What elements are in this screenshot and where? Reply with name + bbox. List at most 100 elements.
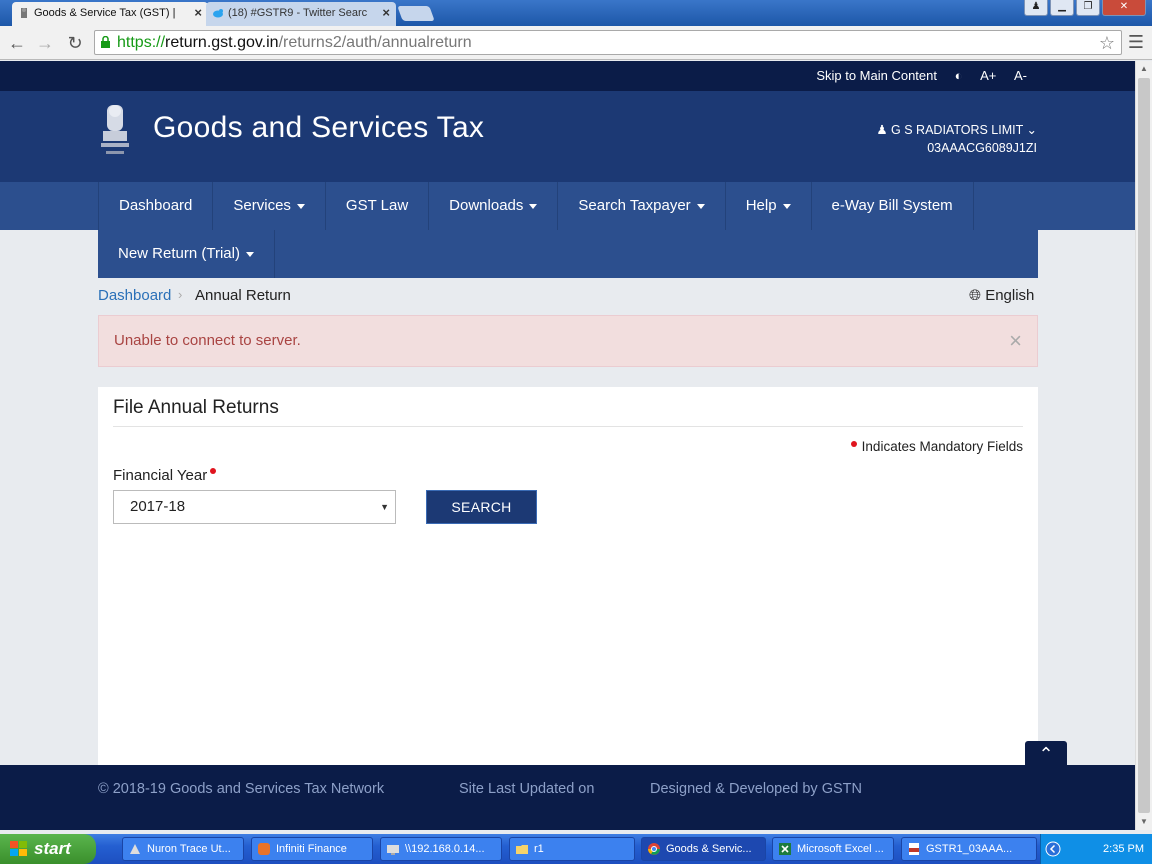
pdf-icon xyxy=(909,843,919,855)
nav-search-taxpayer[interactable]: Search Taxpayer xyxy=(558,182,726,230)
breadcrumb-current: Annual Return xyxy=(195,287,291,304)
footer-last-updated: Site Last Updated on xyxy=(459,781,595,797)
financial-year-label: Financial Year xyxy=(113,467,221,484)
minimize-button[interactable]: ▁ xyxy=(1050,0,1074,16)
main-nav-row2: New Return (Trial) xyxy=(0,230,1135,278)
chrome-icon xyxy=(648,843,660,855)
taskbar-item[interactable]: Goods & Servic... xyxy=(641,837,766,861)
reload-icon[interactable]: ↻ xyxy=(64,32,86,54)
app-icon xyxy=(258,843,270,855)
url-host: return.gst.gov.in xyxy=(165,34,279,51)
url-scheme: https:// xyxy=(117,34,166,51)
site-title: Goods and Services Tax xyxy=(153,111,485,144)
breadcrumb-dashboard-link[interactable]: Dashboard xyxy=(98,287,171,304)
footer-designed-by: Designed & Developed by GSTN xyxy=(650,781,862,797)
taskbar-item[interactable]: Nuron Trace Ut... xyxy=(122,837,244,861)
breadcrumb: Dashboard › Annual Return 🌐︎ English xyxy=(0,278,1135,314)
browser-menu-icon[interactable]: ☰ xyxy=(1128,32,1144,53)
windows-logo-icon xyxy=(10,841,27,856)
financial-year-value: 2017-18 xyxy=(130,498,186,515)
caret-down-icon xyxy=(296,203,305,209)
twitter-bird-icon xyxy=(213,9,223,18)
user-icon: ♟ xyxy=(876,123,888,137)
gst-favicon-icon xyxy=(21,8,27,18)
nav-dashboard[interactable]: Dashboard xyxy=(98,182,214,230)
taskbar-item-label: Nuron Trace Ut... xyxy=(147,843,231,855)
mandatory-dot-icon xyxy=(850,441,857,447)
dropdown-arrow-icon: ▼ xyxy=(380,502,389,512)
clock[interactable]: 2:35 PM xyxy=(1103,843,1144,855)
nav-eway-bill[interactable]: e-Way Bill System xyxy=(812,182,974,230)
url-path: /returns2/auth/annualreturn xyxy=(278,34,472,51)
financial-year-select[interactable]: 2017-18 ▼ xyxy=(113,490,396,524)
footer-copyright: © 2018-19 Goods and Services Tax Network xyxy=(98,781,385,797)
forward-arrow-icon[interactable]: → xyxy=(34,32,56,54)
new-tab-button[interactable] xyxy=(397,6,435,21)
user-menu[interactable]: ♟ G S RADIATORS LIMIT ⌄ 03AAACG6089J1ZI xyxy=(876,121,1037,157)
browser-toolbar: ← → ↻ https://return.gst.gov.in/returns2… xyxy=(0,26,1152,60)
national-emblem-logo xyxy=(101,105,129,154)
font-increase-button[interactable]: A+ xyxy=(980,68,996,83)
alert-message: Unable to connect to server. xyxy=(114,332,301,349)
taskbar-item[interactable]: Infiniti Finance xyxy=(251,837,373,861)
taskbar-item[interactable]: \\192.168.0.14... xyxy=(380,837,502,861)
annual-returns-panel: File Annual Returns Indicates Mandatory … xyxy=(98,387,1038,765)
nav-new-return-trial[interactable]: New Return (Trial) xyxy=(98,230,275,278)
back-arrow-icon[interactable]: ← xyxy=(6,32,28,54)
nav-downloads[interactable]: Downloads xyxy=(429,182,559,230)
taskbar-item[interactable]: Microsoft Excel ... xyxy=(772,837,894,861)
taskbar-item[interactable]: GSTR1_03AAA... xyxy=(901,837,1037,861)
font-decrease-button[interactable]: A- xyxy=(1014,68,1027,83)
taskbar-item-label: Goods & Servic... xyxy=(666,843,752,855)
contrast-icon[interactable]: ◐ xyxy=(955,68,963,83)
start-button[interactable]: start xyxy=(0,834,96,864)
mandatory-note-text: Indicates Mandatory Fields xyxy=(861,439,1023,454)
page-scrollbar[interactable]: ▲ ▼ xyxy=(1135,61,1152,830)
scroll-thumb[interactable] xyxy=(1138,78,1150,813)
caret-down-icon xyxy=(696,203,705,209)
network-folder-icon xyxy=(387,845,399,855)
tab-title: (18) #GSTR9 - Twitter Searc xyxy=(228,7,368,19)
scroll-up-icon[interactable]: ▲ xyxy=(1136,61,1152,77)
window-controls: ♟ ▁ ❐ ✕ xyxy=(1024,0,1146,16)
restore-button[interactable]: ❐ xyxy=(1076,0,1100,16)
browser-tabstrip: Goods & Service Tax (GST) | × (18) #GSTR… xyxy=(0,0,1152,26)
profile-icon[interactable]: ♟ xyxy=(1024,0,1048,16)
taskbar-item-label: GSTR1_03AAA... xyxy=(926,843,1013,855)
taskbar-item-label: Infiniti Finance xyxy=(276,843,347,855)
breadcrumb-separator: › xyxy=(178,287,183,302)
language-selector[interactable]: 🌐︎ English xyxy=(969,287,1034,304)
excel-icon xyxy=(779,843,791,855)
tab-title: Goods & Service Tax (GST) | xyxy=(34,7,176,19)
taskbar-item[interactable]: r1 xyxy=(509,837,635,861)
tab-close-icon[interactable]: × xyxy=(382,2,390,24)
user-name: G S RADIATORS LIMIT xyxy=(891,123,1024,137)
caret-down-icon xyxy=(245,251,254,257)
globe-icon: 🌐︎ xyxy=(969,287,982,304)
scroll-down-icon[interactable]: ▼ xyxy=(1136,814,1152,830)
show-hidden-icons-icon[interactable] xyxy=(1045,841,1061,857)
bookmark-star-icon[interactable]: ☆ xyxy=(1099,32,1115,55)
nav-gst-law[interactable]: GST Law xyxy=(326,182,430,230)
lock-icon xyxy=(101,36,110,48)
back-to-top-button[interactable]: ⌃ xyxy=(1025,741,1067,765)
browser-tab-twitter[interactable]: (18) #GSTR9 - Twitter Searc × xyxy=(206,2,396,26)
mandatory-note: Indicates Mandatory Fields xyxy=(850,439,1023,454)
address-bar[interactable]: https://return.gst.gov.in/returns2/auth/… xyxy=(94,30,1122,55)
app-icon xyxy=(130,844,140,854)
windows-taskbar: start Nuron Trace Ut... Infiniti Finance… xyxy=(0,834,1152,864)
folder-icon xyxy=(516,845,528,854)
page-viewport: Skip to Main Content ◐ A+ A- Goods and S… xyxy=(0,61,1135,830)
site-footer: © 2018-19 Goods and Services Tax Network… xyxy=(0,765,1135,830)
site-header: Goods and Services Tax ♟ G S RADIATORS L… xyxy=(0,91,1135,182)
close-window-button[interactable]: ✕ xyxy=(1102,0,1146,16)
tab-close-icon[interactable]: × xyxy=(194,2,202,24)
nav-services[interactable]: Services xyxy=(213,182,326,230)
taskbar-item-label: r1 xyxy=(534,843,544,855)
search-button[interactable]: SEARCH xyxy=(426,490,537,524)
divider xyxy=(113,426,1023,427)
nav-help[interactable]: Help xyxy=(726,182,812,230)
browser-tab-gst[interactable]: Goods & Service Tax (GST) | × xyxy=(12,2,208,26)
skip-to-main-link[interactable]: Skip to Main Content xyxy=(816,68,937,83)
alert-close-icon[interactable]: × xyxy=(1009,316,1022,366)
